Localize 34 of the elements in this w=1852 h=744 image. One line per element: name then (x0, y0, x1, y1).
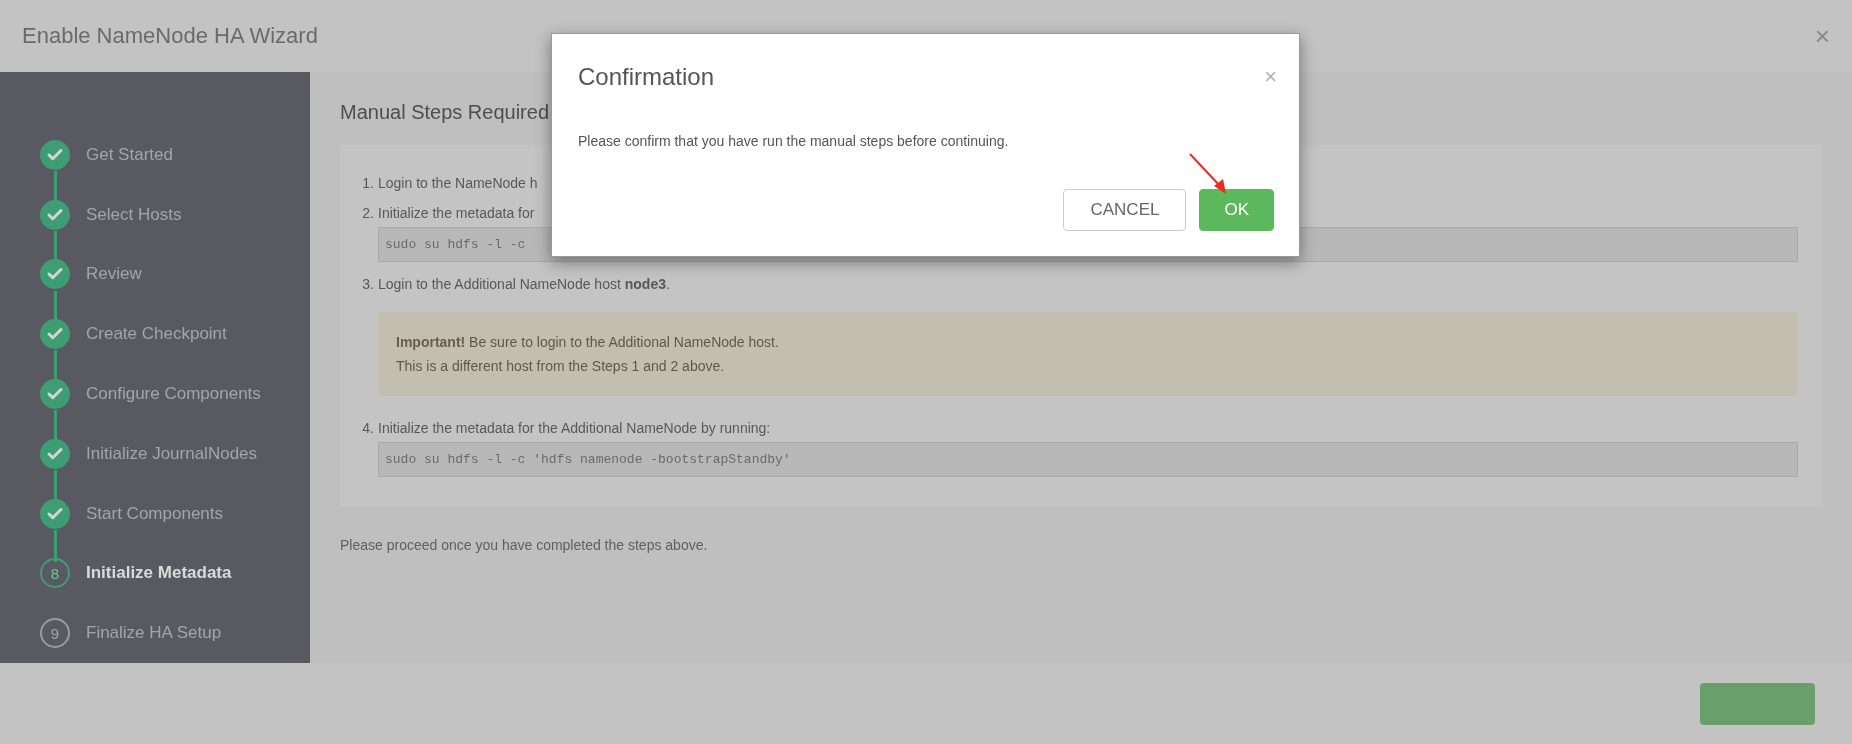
step-label[interactable]: Finalize HA Setup (86, 623, 222, 644)
dialog-message: Please confirm that you have run the manual steps before continuing. (577, 132, 1010, 149)
alert-text: Important! Be sure to login to the Additional NameNode host. (396, 334, 780, 350)
instruction-text: Please proceed once you have completed the steps above. (340, 537, 709, 553)
step-index: 1. (362, 175, 374, 191)
step-label[interactable]: Configure Components (86, 384, 261, 404)
step-label[interactable]: Initialize JournalNodes (86, 443, 258, 464)
step-number: 9 (40, 618, 70, 649)
step-text: Login to the Additional NameNode host node3. (378, 276, 670, 292)
step-text: Initialize the metadata for (378, 205, 535, 221)
step-index: 3. (362, 276, 374, 292)
step-label[interactable]: Get Started (86, 144, 173, 165)
section-heading: Manual Steps Required (340, 101, 550, 124)
command-block: sudo su hdfs -l -c 'hdfs namenode -bootstrapStandby' (378, 442, 1798, 477)
step-index: 4. (362, 420, 374, 436)
dialog-title: Confirmation (578, 63, 715, 91)
step-text: Login to the NameNode h (378, 175, 538, 191)
arrow-annotation (1189, 153, 1226, 194)
step-number: 8 (40, 558, 70, 589)
check-icon (40, 139, 70, 170)
step-label[interactable]: Create Checkpoint (86, 324, 227, 345)
step-label[interactable]: Select Hosts (86, 204, 182, 225)
close-button[interactable]: × (1258, 63, 1283, 91)
next-button[interactable] (1700, 682, 1815, 725)
alert-text: This is a different host from the Steps 1 and 2 above. (396, 358, 726, 374)
close-button[interactable]: × (1810, 20, 1834, 52)
wizard-title: Enable NameNode HA Wizard (22, 23, 318, 49)
step-label[interactable]: Start Components (86, 503, 223, 524)
cancel-button[interactable]: CANCEL (1063, 189, 1187, 231)
ok-button[interactable]: OK (1199, 189, 1274, 231)
step-label[interactable]: Initialize Metadata (86, 563, 232, 584)
step-label[interactable]: Review (86, 264, 142, 285)
step-index: 2. (362, 205, 374, 221)
step-text: Initialize the metadata for the Additional NameNode by running: (378, 420, 771, 436)
